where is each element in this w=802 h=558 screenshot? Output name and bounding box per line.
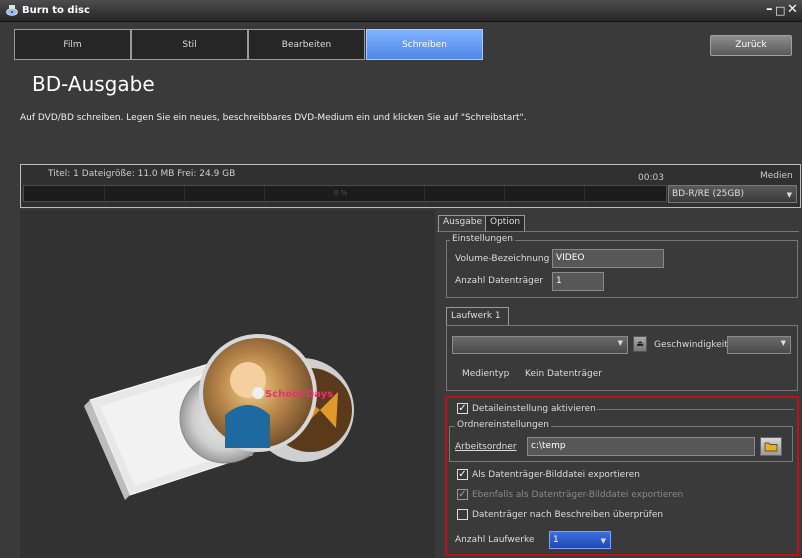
chevron-down-icon: ▼ [617,339,623,347]
volume-label: Volume-Bezeichnung [455,254,550,264]
detail-enable-label: Detaileinstellung aktivieren [472,404,596,414]
browse-folder-button[interactable] [760,437,782,456]
drive-count-select[interactable]: 1 ▼ [549,531,611,549]
chevron-down-icon: ▼ [786,191,792,199]
export-image-checkbox[interactable]: ✓ [457,469,468,480]
drive-count-label: Anzahl Laufwerke [455,535,535,545]
page-title: BD-Ausgabe [32,72,155,96]
instruction-text: Auf DVD/BD schreiben. Legen Sie ein neue… [20,113,527,123]
tab-bearbeiten[interactable]: Bearbeiten [248,29,365,60]
disc-count-field[interactable]: 1 [552,272,604,291]
title-bar: Burn to disc – □ ✕ [0,0,802,22]
tab-divider [437,231,799,232]
close-button[interactable]: ✕ [787,2,798,17]
also-export-checkbox[interactable]: ✓ [457,489,468,500]
chevron-down-icon: ▼ [780,339,786,347]
tab-laufwerk-1[interactable]: Laufwerk 1 [446,307,509,325]
folder-settings-label: Ordnereinstellungen [455,420,551,430]
maximize-button[interactable]: □ [775,4,785,17]
progress-percent: 0 % [334,189,348,197]
media-label: Medien [760,171,793,181]
volume-field[interactable]: VIDEO [552,249,664,268]
speed-label: Geschwindigkeit [654,340,728,350]
elapsed-time: 00:03 [638,173,664,183]
work-folder-label: Arbeitsordner [455,442,517,452]
back-button[interactable]: Zurück [710,35,792,56]
app-disc-icon [6,5,18,16]
also-export-label: Ebenfalls als Datenträger-Bilddatei expo… [472,490,684,500]
work-folder-field[interactable]: c:\temp [527,437,755,456]
settings-group-label: Einstellungen [450,234,516,244]
disc-label-text: School Days [265,389,333,400]
folder-icon [764,442,778,452]
tab-film[interactable]: Film [14,29,131,60]
verify-label: Datenträger nach Beschreiben überprüfen [472,510,664,520]
media-type-label: Medientyp [462,369,510,379]
tab-option[interactable]: Option [485,215,526,231]
media-select[interactable]: BD-R/RE (25GB) ▼ [668,185,797,203]
drive-count-value: 1 [553,535,559,545]
chevron-down-icon: ▼ [600,537,606,545]
media-select-value: BD-R/RE (25GB) [672,189,745,199]
tab-ausgabe[interactable]: Ausgabe [438,215,488,231]
disc-case-illustration: School Days [84,334,354,500]
disc-count-label: Anzahl Datenträger [455,276,544,286]
tab-schreiben[interactable]: Schreiben [366,29,483,60]
tab-stil[interactable]: Stil [131,29,248,60]
eject-button[interactable]: ⏏ [633,336,647,352]
disc-info: Titel: 1 Dateigröße: 11.0 MB Frei: 24.9 … [48,169,236,179]
export-image-label: Als Datenträger-Bilddatei exportieren [472,470,640,480]
preview-pane: School Days [20,210,435,558]
detail-divider [597,409,794,410]
progress-panel: Titel: 1 Dateigröße: 11.0 MB Frei: 24.9 … [20,164,801,208]
minimize-button[interactable]: – [766,2,773,17]
media-type-value: Kein Datenträger [525,369,602,379]
drive-select[interactable]: ▼ [452,336,628,354]
speed-select[interactable]: ▼ [727,336,791,354]
progress-bar: 0 % [23,185,667,202]
window-title: Burn to disc [22,5,90,16]
detail-enable-checkbox[interactable]: ✓ [457,403,468,414]
eject-icon: ⏏ [636,339,644,348]
drive-group [446,325,798,391]
verify-checkbox[interactable] [457,509,468,520]
